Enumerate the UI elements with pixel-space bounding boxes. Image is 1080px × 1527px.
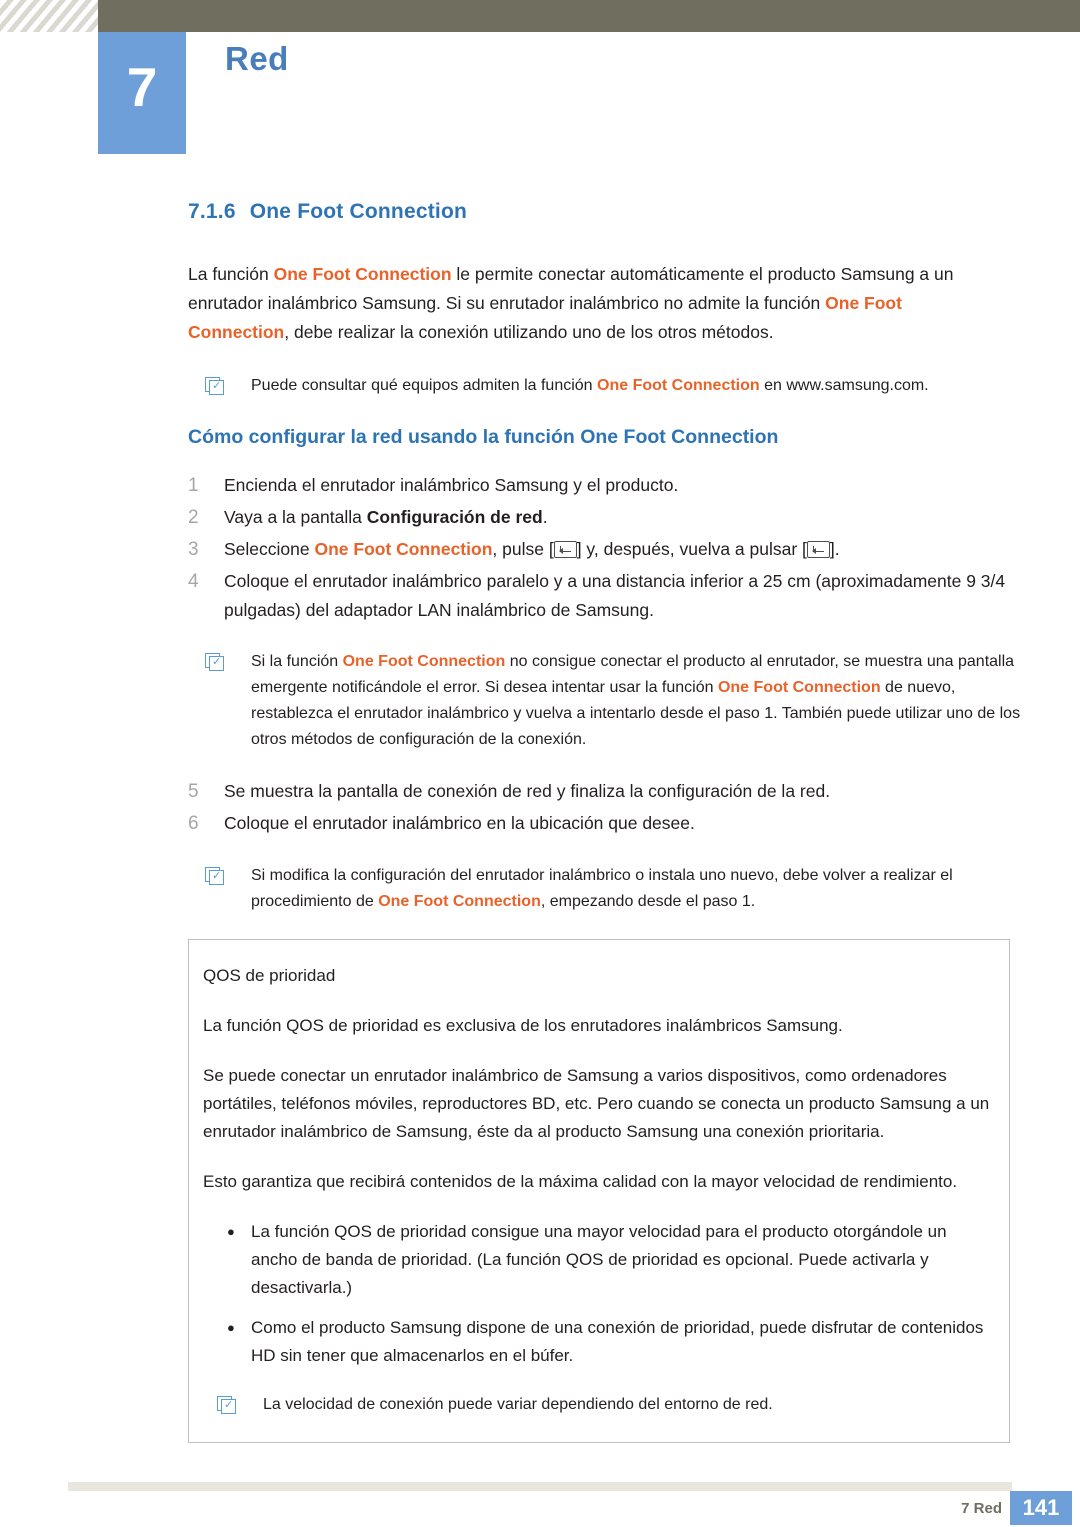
step3-text-4: ]. (829, 539, 840, 559)
footer-page-number: 141 (1010, 1491, 1072, 1525)
step-text-5: Se muestra la pantalla de conexión de re… (224, 781, 831, 801)
note-icon: ✓ (205, 373, 229, 399)
section-heading: 7.1.6 One Foot Connection (188, 200, 1080, 224)
bullet-dot-icon: ● (227, 1320, 235, 1335)
qos-title: QOS de prioridad (203, 966, 336, 985)
header-hatch-pattern (0, 0, 98, 32)
step-text-6: Coloque el enrutador inalámbrico en la u… (224, 813, 695, 833)
qos-bullet-text-2: Como el producto Samsung dispone de una … (251, 1318, 984, 1365)
step-number-5: 5 (188, 781, 199, 802)
qos-bullet-text-1: La función QOS de prioridad consigue una… (251, 1222, 947, 1297)
enter-key-icon (553, 541, 577, 558)
intro-paragraph: La función One Foot Connection le permit… (188, 260, 1006, 347)
qos-note-row: ✓ La velocidad de conexión puede variar … (217, 1392, 977, 1418)
note-row-2: ✓ Si la función One Foot Connection no c… (205, 649, 1035, 753)
step-text-1: Encienda el enrutador inalámbrico Samsun… (224, 475, 679, 495)
qos-paragraph-3: Esto garantiza que recibirá contenidos d… (203, 1172, 958, 1191)
step3-term: One Foot Connection (314, 539, 493, 559)
step-item-1: 1 Encienda el enrutador inalámbrico Sams… (188, 471, 1008, 500)
qos-box: QOS de prioridad La función QOS de prior… (188, 939, 1010, 1443)
qos-paragraph-2: Se puede conectar un enrutador inalámbri… (203, 1066, 990, 1141)
note-icon: ✓ (217, 1392, 241, 1418)
note2-text-1: Si la función (251, 653, 343, 670)
qos-paragraph-1: La función QOS de prioridad es exclusiva… (203, 1016, 843, 1035)
step-text-3: Seleccione One Foot Connection, pulse []… (224, 535, 1008, 564)
note3-term: One Foot Connection (378, 893, 541, 910)
footer-rule (68, 1482, 1012, 1491)
header-top-bar (0, 0, 1080, 32)
note1-term: One Foot Connection (597, 377, 760, 394)
step-item-3: 3 Seleccione One Foot Connection, pulse … (188, 535, 1008, 564)
note-text-3: Si modifica la configuración del enrutad… (251, 863, 1015, 915)
qos-bullet-2: ● Como el producto Samsung dispone de un… (217, 1314, 997, 1370)
step3-text-3: ] y, después, vuelva a pulsar [ (576, 539, 807, 559)
intro-term-1: One Foot Connection (273, 264, 452, 284)
chapter-number: 7 (126, 56, 158, 118)
note1-text-2: en www.samsung.com. (759, 377, 929, 394)
step3-text-2: , pulse [ (492, 539, 554, 559)
note-text-1: Puede consultar qué equipos admiten la f… (251, 373, 1030, 399)
step-item-5: 5 Se muestra la pantalla de conexión de … (188, 777, 1008, 806)
section-number: 7.1.6 (188, 200, 236, 223)
step3-text-1: Seleccione (224, 539, 315, 559)
note1-text-1: Puede consultar qué equipos admiten la f… (251, 377, 598, 394)
chapter-title: Red (225, 40, 289, 77)
step2-text-1: Vaya a la pantalla (224, 507, 367, 527)
subheading: Cómo configurar la red usando la función… (188, 426, 779, 448)
step-item-2: 2 Vaya a la pantalla Configuración de re… (188, 503, 1008, 532)
step-number-4: 4 (188, 571, 199, 592)
intro-text-1: La función (188, 264, 274, 284)
page-content: 7.1.6 One Foot Connection La función One … (0, 200, 1080, 1443)
step-number-3: 3 (188, 539, 199, 560)
step2-term: Configuración de red (366, 507, 543, 527)
section-title-text: One Foot Connection (249, 200, 467, 223)
step-text-4: Coloque el enrutador inalámbrico paralel… (224, 571, 1006, 620)
bullet-dot-icon: ● (227, 1224, 235, 1239)
step-number-6: 6 (188, 813, 199, 834)
step-item-4: 4 Coloque el enrutador inalámbrico paral… (188, 567, 1008, 625)
enter-key-icon-2 (806, 541, 830, 558)
step2-text-2: . (542, 507, 548, 527)
note3-text-2: , empezando desde el paso 1. (540, 893, 756, 910)
note-icon: ✓ (205, 863, 229, 915)
step-item-6: 6 Coloque el enrutador inalámbrico en la… (188, 809, 1008, 838)
note2-term-1: One Foot Connection (342, 653, 506, 670)
note-row-3: ✓ Si modifica la configuración del enrut… (205, 863, 1015, 915)
step-text-2: Vaya a la pantalla Configuración de red. (224, 503, 1008, 532)
note-text-2: Si la función One Foot Connection no con… (251, 649, 1035, 753)
page-footer: 7 Red 141 (0, 1467, 1080, 1527)
note-icon: ✓ (205, 649, 229, 753)
step-number-2: 2 (188, 507, 199, 528)
footer-chapter-label: 7 Red (961, 1500, 1002, 1517)
intro-text-3: , debe realizar la conexión utilizando u… (284, 322, 774, 342)
qos-bullet-1: ● La función QOS de prioridad consigue u… (217, 1218, 997, 1302)
qos-note-text: La velocidad de conexión puede variar de… (263, 1396, 773, 1413)
page-header: 7 Red (0, 0, 1080, 154)
step-number-1: 1 (188, 475, 199, 496)
note-row-1: ✓ Puede consultar qué equipos admiten la… (205, 373, 1030, 399)
note2-term-2: One Foot Connection (717, 679, 881, 696)
